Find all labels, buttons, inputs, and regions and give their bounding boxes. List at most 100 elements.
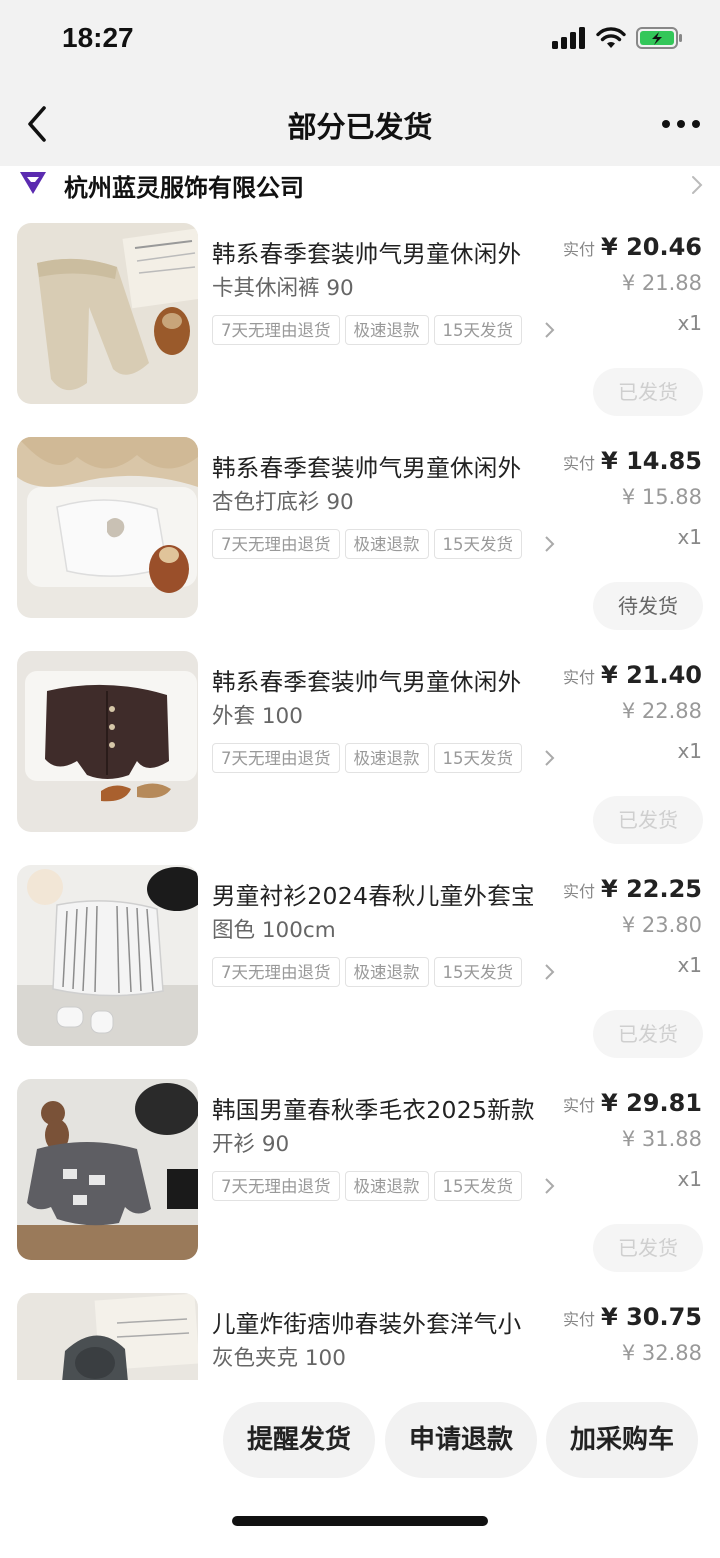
paid-price: 实付 ¥ 14.85 — [563, 447, 702, 475]
service-tag: 15天发货 — [433, 315, 522, 345]
status-icons — [552, 26, 684, 50]
paid-price: 实付 ¥ 20.46 — [563, 233, 702, 261]
service-tags[interactable]: 7天无理由退货 极速退款 15天发货 — [212, 743, 552, 777]
quantity: x1 — [677, 739, 702, 763]
service-tag: 极速退款 — [344, 315, 429, 345]
service-tag: 15天发货 — [433, 1171, 522, 1201]
paid-label: 实付 — [563, 454, 596, 473]
status-time: 18:27 — [62, 22, 134, 53]
service-tag: 15天发货 — [433, 957, 522, 987]
order-item[interactable]: 男童衬衫2024春秋儿童外套宝 图色 100cm 7天无理由退货 极速退款 15天发… — [0, 865, 720, 1079]
chevron-right-icon[interactable] — [540, 1171, 560, 1201]
product-variant: 外套 100 — [212, 704, 303, 729]
paid-amount: ¥ 22.25 — [601, 875, 702, 903]
paid-amount: ¥ 30.75 — [601, 1303, 702, 1331]
product-title[interactable]: 男童衬衫2024春秋儿童外套宝 — [212, 877, 552, 911]
paid-amount: ¥ 20.46 — [601, 233, 702, 261]
product-title[interactable]: 韩系春季套装帅气男童休闲外 — [212, 235, 552, 269]
original-price: ¥ 15.88 — [621, 485, 702, 509]
paid-label: 实付 — [563, 240, 596, 259]
service-tag: 15天发货 — [433, 529, 522, 559]
product-variant: 图色 100cm — [212, 918, 336, 943]
service-tag: 7天无理由退货 — [212, 315, 340, 345]
wifi-icon — [596, 27, 626, 48]
paid-price: 实付 ¥ 22.25 — [563, 875, 702, 903]
order-item[interactable]: 韩系春季套装帅气男童休闲外 杏色打底衫 90 7天无理由退货 极速退款 15天发货 … — [0, 437, 720, 651]
product-image[interactable] — [17, 437, 198, 618]
quantity: x1 — [677, 1167, 702, 1191]
product-variant: 杏色打底衫 90 — [212, 490, 354, 515]
paid-label: 实付 — [563, 668, 596, 687]
shipping-status-button[interactable]: 已发货 — [593, 1010, 703, 1058]
chevron-right-icon[interactable] — [540, 743, 560, 773]
nav-bar: 部分已发货 — [0, 80, 720, 166]
paid-price: 实付 ¥ 21.40 — [563, 661, 702, 689]
product-image[interactable] — [17, 1293, 198, 1380]
service-tag: 极速退款 — [344, 1171, 429, 1201]
add-to-purchase-cart-button[interactable]: 加采购车 — [546, 1402, 698, 1478]
shop-header[interactable]: 杭州蓝灵服饰有限公司 — [0, 166, 720, 206]
original-price: ¥ 31.88 — [621, 1127, 702, 1151]
product-image[interactable] — [17, 223, 198, 404]
product-image[interactable] — [17, 651, 198, 832]
service-tag: 极速退款 — [344, 957, 429, 987]
service-tag: 7天无理由退货 — [212, 529, 340, 559]
shipping-status-button[interactable]: 已发货 — [593, 1224, 703, 1272]
service-tag: 7天无理由退货 — [212, 957, 340, 987]
product-title[interactable]: 儿童炸街痞帅春装外套洋气小 — [212, 1305, 552, 1339]
shipping-status-button[interactable]: 待发货 — [593, 582, 703, 630]
service-tag: 极速退款 — [344, 743, 429, 773]
original-price: ¥ 32.88 — [621, 1341, 702, 1365]
quantity: x1 — [677, 953, 702, 977]
paid-label: 实付 — [563, 882, 596, 901]
order-item[interactable]: 韩系春季套装帅气男童休闲外 卡其休闲裤 90 7天无理由退货 极速退款 15天发货 … — [0, 223, 720, 437]
chevron-right-icon[interactable] — [540, 529, 560, 559]
order-item[interactable]: 韩系春季套装帅气男童休闲外 外套 100 7天无理由退货 极速退款 15天发货 实付… — [0, 651, 720, 865]
service-tags[interactable]: 7天无理由退货 极速退款 15天发货 — [212, 1171, 552, 1205]
more-icon[interactable] — [660, 110, 702, 138]
request-refund-button[interactable]: 申请退款 — [385, 1402, 537, 1478]
paid-label: 实付 — [563, 1096, 596, 1115]
chevron-right-icon[interactable] — [690, 174, 704, 196]
original-price: ¥ 21.88 — [621, 271, 702, 295]
shipping-status-button[interactable]: 已发货 — [593, 368, 703, 416]
product-image[interactable] — [17, 1079, 198, 1260]
original-price: ¥ 23.80 — [621, 913, 702, 937]
paid-amount: ¥ 29.81 — [601, 1089, 702, 1117]
original-price: ¥ 22.88 — [621, 699, 702, 723]
remind-shipping-button[interactable]: 提醒发货 — [223, 1402, 375, 1478]
home-indicator[interactable] — [232, 1516, 488, 1526]
product-title[interactable]: 韩系春季套装帅气男童休闲外 — [212, 449, 552, 483]
shop-name: 杭州蓝灵服饰有限公司 — [64, 174, 304, 202]
product-variant: 卡其休闲裤 90 — [212, 276, 354, 301]
service-tags[interactable]: 7天无理由退货 极速退款 15天发货 — [212, 315, 552, 349]
service-tags[interactable]: 7天无理由退货 极速退款 15天发货 — [212, 957, 552, 991]
service-tag: 7天无理由退货 — [212, 1171, 340, 1201]
service-tags[interactable]: 7天无理由退货 极速退款 15天发货 — [212, 529, 552, 563]
product-variant: 开衫 90 — [212, 1132, 290, 1157]
chevron-right-icon[interactable] — [540, 315, 560, 345]
paid-price: 实付 ¥ 30.75 — [563, 1303, 702, 1331]
paid-price: 实付 ¥ 29.81 — [563, 1089, 702, 1117]
shop-logo-icon — [20, 172, 46, 194]
status-bar: 18:27 — [0, 0, 720, 80]
signal-icon — [552, 27, 585, 49]
product-image[interactable] — [17, 865, 198, 1046]
chevron-right-icon[interactable] — [540, 957, 560, 987]
paid-amount: ¥ 21.40 — [601, 661, 702, 689]
paid-amount: ¥ 14.85 — [601, 447, 702, 475]
order-item[interactable]: 韩国男童春秋季毛衣2025新款 开衫 90 7天无理由退货 极速退款 15天发货 实… — [0, 1079, 720, 1293]
product-variant: 灰色夹克 100 — [212, 1346, 346, 1371]
page-title: 部分已发货 — [287, 110, 433, 144]
quantity: x1 — [677, 525, 702, 549]
order-item[interactable]: 儿童炸街痞帅春装外套洋气小 灰色夹克 100 实付 ¥ 30.75 ¥ 32.88 — [0, 1293, 720, 1380]
product-title[interactable]: 韩系春季套装帅气男童休闲外 — [212, 663, 552, 697]
order-content: 杭州蓝灵服饰有限公司 韩系春季套装帅气男童休闲外 卡其休闲裤 90 7天无理由退… — [0, 166, 720, 1380]
service-tag: 极速退款 — [344, 529, 429, 559]
paid-label: 实付 — [563, 1310, 596, 1329]
product-title[interactable]: 韩国男童春秋季毛衣2025新款 — [212, 1091, 552, 1125]
service-tag: 7天无理由退货 — [212, 743, 340, 773]
service-tag: 15天发货 — [433, 743, 522, 773]
quantity: x1 — [677, 311, 702, 335]
shipping-status-button[interactable]: 已发货 — [593, 796, 703, 844]
